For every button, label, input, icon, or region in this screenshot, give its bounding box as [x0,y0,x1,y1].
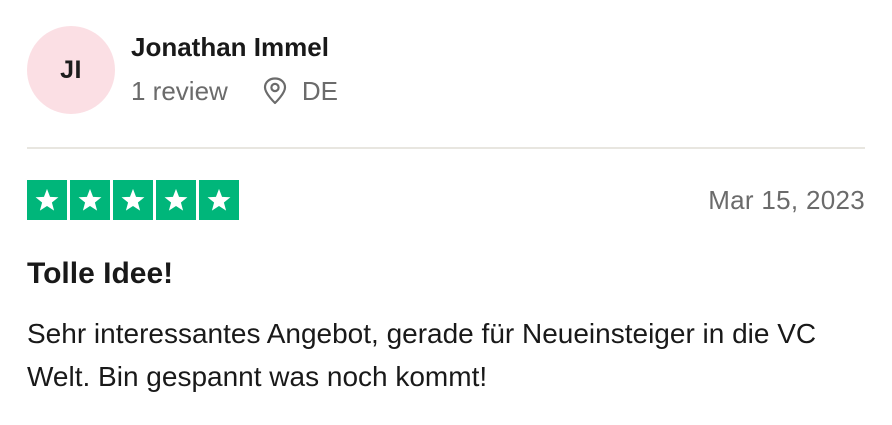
location-pin-icon [262,77,288,105]
consumer-name[interactable]: Jonathan Immel [131,30,338,64]
review-count: 1 review [131,76,228,106]
consumer-info: Jonathan Immel 1 review DE [131,32,338,106]
divider [27,147,865,149]
avatar[interactable]: JI [27,26,115,114]
country-code: DE [301,76,338,106]
avatar-initials: JI [60,55,82,84]
review-date: Mar 15, 2023 [708,184,865,215]
star-icon [156,180,196,220]
star-icon [27,180,67,220]
star-icon [199,180,239,220]
star-icon [113,180,153,220]
star-icon [70,180,110,220]
consumer-header: JI Jonathan Immel 1 review DE [27,26,338,114]
review-text: Sehr interessantes Angebot, gerade für N… [27,318,817,392]
review-title[interactable]: Tolle Idee! [27,254,173,294]
star-rating [27,180,239,220]
consumer-location: DE [262,76,338,106]
consumer-meta: 1 review DE [131,76,338,106]
rating-row: Mar 15, 2023 [27,180,865,220]
review-card: JI Jonathan Immel 1 review DE Mar 15, 20… [0,0,892,425]
